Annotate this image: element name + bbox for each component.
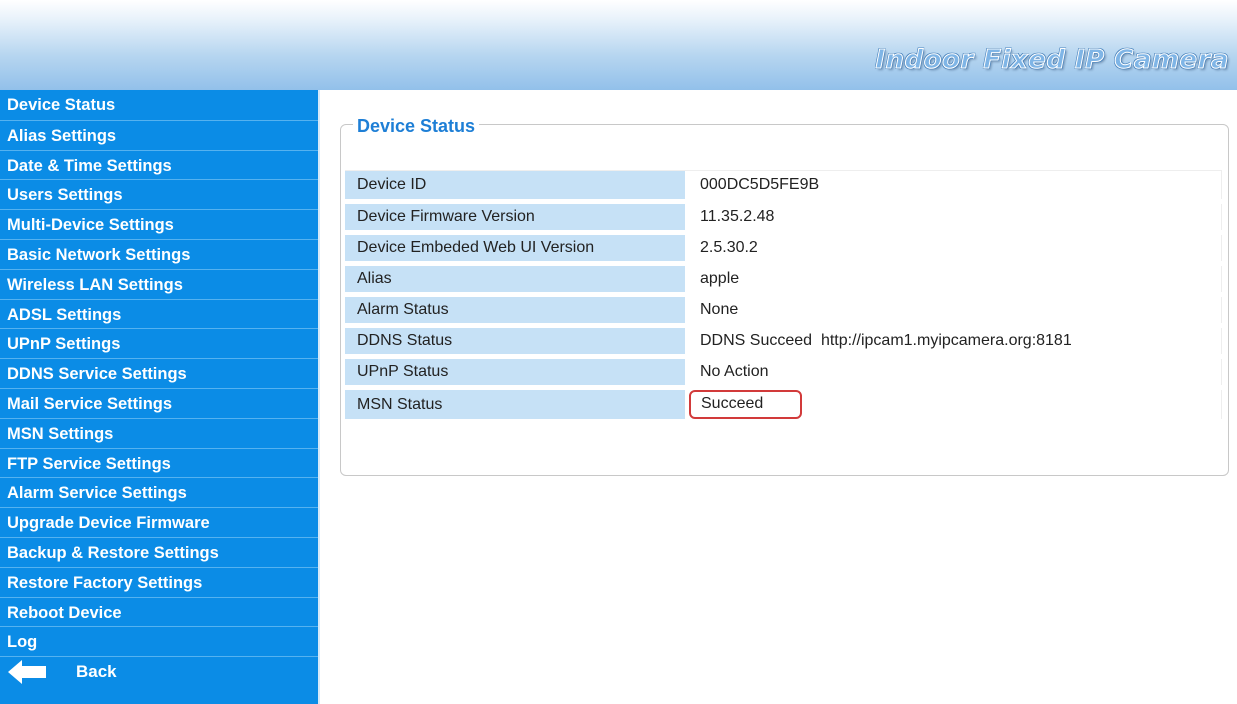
back-button[interactable]: Back: [0, 656, 318, 687]
row-label-device-id: Device ID: [345, 170, 685, 204]
row-value-alarm-status: None: [685, 294, 1222, 328]
sidebar-item-msn-settings[interactable]: MSN Settings: [0, 417, 318, 448]
row-label-msn-status: MSN Status: [345, 387, 685, 424]
row-label-upnp-status: UPnP Status: [345, 356, 685, 390]
back-label: Back: [76, 662, 117, 682]
sidebar-item-ddns-service-settings[interactable]: DDNS Service Settings: [0, 358, 318, 388]
app-title: Indoor Fixed IP Camera: [875, 45, 1229, 76]
row-label-web-ui-version: Device Embeded Web UI Version: [345, 232, 685, 266]
sidebar-menu: Device Status Alias Settings Date & Time…: [0, 90, 320, 704]
sidebar-item-log[interactable]: Log: [0, 626, 318, 656]
sidebar-item-reboot-device[interactable]: Reboot Device: [0, 596, 318, 627]
table-row: UPnP Status No Action: [345, 356, 1222, 390]
sidebar-item-adsl-settings[interactable]: ADSL Settings: [0, 298, 318, 329]
arrow-left-icon: [8, 660, 46, 685]
sidebar-item-upgrade-device-firmware[interactable]: Upgrade Device Firmware: [0, 507, 318, 537]
row-value-msn-status-cell: Succeed: [685, 387, 1222, 424]
row-value-firmware-version: 11.35.2.48: [685, 201, 1222, 235]
sidebar-item-alarm-service-settings[interactable]: Alarm Service Settings: [0, 477, 318, 507]
sidebar: Device Status Alias Settings Date & Time…: [0, 90, 320, 704]
table-spacer-row: [345, 142, 1222, 171]
table-row: Alarm Status None: [345, 294, 1222, 328]
row-value-alias: apple: [685, 263, 1222, 297]
sidebar-item-mail-service-settings[interactable]: Mail Service Settings: [0, 387, 318, 418]
sidebar-item-upnp-settings[interactable]: UPnP Settings: [0, 328, 318, 358]
table-row: Alias apple: [345, 263, 1222, 297]
row-label-ddns-status: DDNS Status: [345, 325, 685, 359]
sidebar-item-alias-settings[interactable]: Alias Settings: [0, 119, 318, 150]
sidebar-item-users-settings[interactable]: Users Settings: [0, 179, 318, 209]
sidebar-item-wireless-lan-settings[interactable]: Wireless LAN Settings: [0, 268, 318, 299]
row-value-ddns-status: DDNS Succeed http://ipcam1.myipcamera.or…: [685, 325, 1222, 359]
sidebar-item-basic-network-settings[interactable]: Basic Network Settings: [0, 238, 318, 269]
row-label-alias: Alias: [345, 263, 685, 297]
sidebar-item-date-time-settings[interactable]: Date & Time Settings: [0, 149, 318, 180]
sidebar-item-ftp-service-settings[interactable]: FTP Service Settings: [0, 447, 318, 478]
section-title: Device Status: [353, 116, 480, 137]
sidebar-item-device-status[interactable]: Device Status: [0, 90, 318, 120]
sidebar-item-multi-device-settings[interactable]: Multi-Device Settings: [0, 209, 318, 239]
table-row: Device ID 000DC5D5FE9B: [345, 170, 1222, 204]
device-status-table: Device ID 000DC5D5FE9B Device Firmware V…: [345, 142, 1222, 424]
table-row: DDNS Status DDNS Succeed http://ipcam1.m…: [345, 325, 1222, 359]
table-row: Device Embeded Web UI Version 2.5.30.2: [345, 232, 1222, 266]
table-row: MSN Status Succeed: [345, 387, 1222, 424]
sidebar-item-backup-restore-settings[interactable]: Backup & Restore Settings: [0, 536, 318, 567]
row-label-firmware-version: Device Firmware Version: [345, 201, 685, 235]
row-value-device-id: 000DC5D5FE9B: [685, 170, 1222, 204]
sidebar-item-restore-factory-settings[interactable]: Restore Factory Settings: [0, 566, 318, 597]
table-row: Device Firmware Version 11.35.2.48: [345, 201, 1222, 235]
row-value-upnp-status: No Action: [685, 356, 1222, 390]
row-value-msn-status: Succeed: [689, 390, 803, 419]
row-value-web-ui-version: 2.5.30.2: [685, 232, 1222, 266]
row-label-alarm-status: Alarm Status: [345, 294, 685, 328]
header-banner: Indoor Fixed IP Camera: [0, 0, 1237, 90]
